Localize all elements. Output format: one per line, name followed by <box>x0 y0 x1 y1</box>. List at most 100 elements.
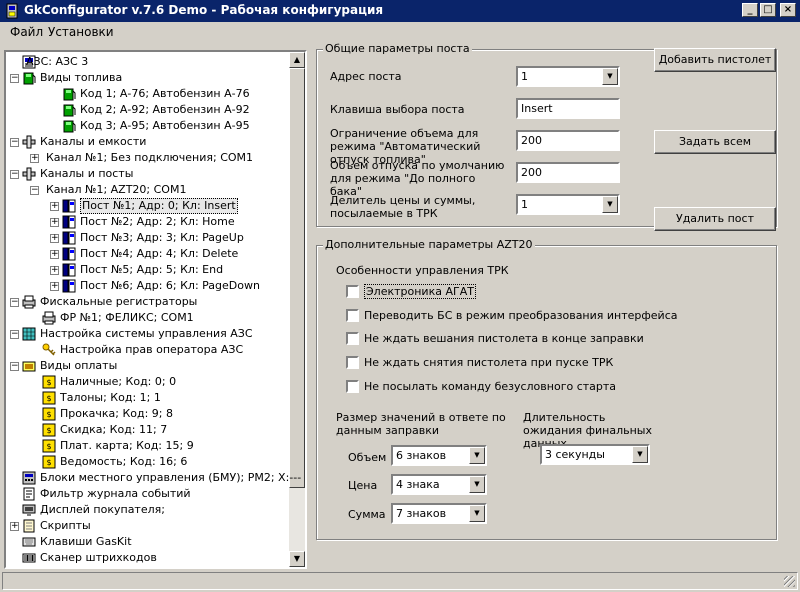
tree-item-label: Канал №1; AZT20; COM1 <box>46 183 187 196</box>
tree-item[interactable]: + Пост №5; Адр: 5; Кл: End <box>6 262 289 278</box>
tree-item[interactable]: АЗС: АЗС 3 <box>6 54 289 70</box>
scroll-thumb[interactable] <box>289 68 305 488</box>
set-all-button[interactable]: Задать всем <box>654 130 776 154</box>
add-nozzle-button[interactable]: Добавить пистолет <box>654 48 776 72</box>
tree-item[interactable]: Код 1; А-76; Автобензин А-76 <box>6 86 289 102</box>
tree-item-label: Пост №2; Адр: 2; Кл: Home <box>80 215 235 228</box>
tree-item[interactable]: Фильтр журнала событий <box>6 486 289 502</box>
tree-item[interactable]: Код 2; А-92; Автобензин А-92 <box>6 102 289 118</box>
collapse-icon[interactable]: − <box>10 298 19 307</box>
scanner-icon <box>22 553 36 563</box>
tree-item[interactable]: − Виды оплаты <box>6 358 289 374</box>
resize-grip-icon[interactable] <box>784 576 795 587</box>
collapse-icon[interactable]: − <box>10 170 19 179</box>
close-button[interactable]: × <box>780 3 796 17</box>
checkbox[interactable] <box>346 356 359 369</box>
tree-item[interactable]: Код 3; А-95; Автобензин А-95 <box>6 118 289 134</box>
tree-item[interactable]: Клавиши GasKit <box>6 534 289 550</box>
volume-select[interactable]: 6 знаков ▼ <box>391 445 487 466</box>
wait-duration-value: 3 секунды <box>545 448 605 461</box>
maximize-button[interactable]: □ <box>760 3 776 17</box>
tree-item[interactable]: Настройка прав оператора АЗС <box>6 342 289 358</box>
tree-item[interactable]: − Канал №1; AZT20; COM1 <box>6 182 289 198</box>
tree-scrollbar[interactable]: ▲ ▼ <box>289 52 305 567</box>
tree-item[interactable]: + Пост №6; Адр: 6; Кл: PageDown <box>6 278 289 294</box>
tree-item[interactable]: Сканер штрихкодов <box>6 550 289 566</box>
coin-icon: $ <box>42 391 56 405</box>
delete-post-button[interactable]: Удалить пост <box>654 207 776 231</box>
expand-icon[interactable]: + <box>50 234 59 243</box>
collapse-icon[interactable]: − <box>10 362 19 371</box>
tree-item[interactable]: − Каналы и емкости <box>6 134 289 150</box>
chevron-down-icon[interactable]: ▼ <box>602 68 618 85</box>
divider-select[interactable]: 1 ▼ <box>516 194 620 215</box>
price-select[interactable]: 4 знака ▼ <box>391 474 487 495</box>
tree-item-label: Блоки местного управления (БМУ); PM2; X:… <box>40 471 302 484</box>
expand-icon[interactable]: + <box>30 154 39 163</box>
collapse-icon[interactable]: − <box>30 186 39 195</box>
expand-icon[interactable]: + <box>10 522 19 531</box>
tree-item[interactable]: $ Наличные; Код: 0; 0 <box>6 374 289 390</box>
tree-item[interactable]: − Каналы и посты <box>6 166 289 182</box>
expand-icon[interactable]: + <box>50 282 59 291</box>
wait-duration-select[interactable]: 3 секунды ▼ <box>540 444 650 465</box>
scroll-down-button[interactable]: ▼ <box>289 551 305 567</box>
collapse-icon[interactable]: − <box>10 330 19 339</box>
collapse-icon[interactable]: − <box>10 138 19 147</box>
tree-item-label: Клавиши GasKit <box>40 535 132 548</box>
checkbox[interactable] <box>346 332 359 345</box>
minimize-button[interactable]: _ <box>742 3 758 17</box>
default-volume-label: Объем отпуска по умолчанию для режима "Д… <box>330 159 505 198</box>
chevron-down-icon[interactable]: ▼ <box>469 505 485 522</box>
default-volume-field[interactable]: 200 <box>516 162 620 183</box>
menu-file[interactable]: Файл <box>10 25 43 39</box>
chevron-down-icon[interactable]: ▼ <box>602 196 618 213</box>
tree-item[interactable]: $ Ведомость; Код: 16; 6 <box>6 454 289 470</box>
svg-text:$: $ <box>46 426 51 435</box>
tree-item[interactable]: + Скрипты <box>6 518 289 534</box>
address-select[interactable]: 1 ▼ <box>516 66 620 87</box>
scroll-up-button[interactable]: ▲ <box>289 52 305 68</box>
volume-value: 6 знаков <box>396 449 447 462</box>
checkbox[interactable] <box>346 309 359 322</box>
key-label: Клавиша выбора поста <box>330 103 465 116</box>
tree-item[interactable]: $ Плат. карта; Код: 15; 9 <box>6 438 289 454</box>
tree-item[interactable]: $ Прокачка; Код: 9; 8 <box>6 406 289 422</box>
tree-item[interactable]: − Виды топлива <box>6 70 289 86</box>
coin-icon: $ <box>42 455 56 469</box>
tree-item[interactable]: Дисплей покупателя; <box>6 502 289 518</box>
menu-settings[interactable]: Установки <box>48 25 114 39</box>
tree-item[interactable]: + Пост №2; Адр: 2; Кл: Home <box>6 214 289 230</box>
tree-item[interactable]: Блоки местного управления (БМУ); PM2; X:… <box>6 470 301 486</box>
tree-item[interactable]: + Пост №4; Адр: 4; Кл: Delete <box>6 246 289 262</box>
checkbox[interactable] <box>346 380 359 393</box>
chevron-down-icon[interactable]: ▼ <box>469 476 485 493</box>
expand-icon[interactable]: + <box>50 202 59 211</box>
fuel-icon <box>63 104 76 117</box>
fuel-icon <box>23 72 36 85</box>
divider-label: Делитель цены и суммы, посылаемые в ТРК <box>330 194 476 220</box>
expand-icon[interactable]: + <box>50 266 59 275</box>
collapse-icon[interactable]: − <box>10 74 19 83</box>
keyboard-icon <box>22 537 36 547</box>
tree-item[interactable]: + Пост №1; Адр: 0; Кл: Insert <box>6 198 289 214</box>
tree-item[interactable]: + Канал №1; Без подключения; COM1 <box>6 150 289 166</box>
tree-item[interactable]: − Фискальные регистраторы <box>6 294 289 310</box>
key-field[interactable]: Insert <box>516 98 620 119</box>
dispenser-icon <box>62 231 76 245</box>
limit-field[interactable]: 200 <box>516 130 620 151</box>
sum-select[interactable]: 7 знаков ▼ <box>391 503 487 524</box>
config-tree[interactable]: ▲ ▼ АЗС: АЗС 3− Виды топлива Код 1; А-76; … <box>4 50 307 569</box>
tree-item[interactable]: − Настройка системы управления АЗС <box>6 326 289 342</box>
tree-item[interactable]: $ Скидка; Код: 11; 7 <box>6 422 289 438</box>
expand-icon[interactable]: + <box>50 218 59 227</box>
chevron-down-icon[interactable]: ▼ <box>632 446 648 463</box>
tree-item[interactable]: + Пост №3; Адр: 3; Кл: PageUp <box>6 230 289 246</box>
checkbox[interactable] <box>346 285 359 298</box>
tree-item[interactable]: ФР №1; ФЕЛИКС; COM1 <box>6 310 289 326</box>
chevron-down-icon[interactable]: ▼ <box>469 447 485 464</box>
dispenser-icon <box>62 215 76 229</box>
tree-item[interactable]: $ Талоны; Код: 1; 1 <box>6 390 289 406</box>
tree-item-label: Код 2; А-92; Автобензин А-92 <box>80 103 250 116</box>
expand-icon[interactable]: + <box>50 250 59 259</box>
